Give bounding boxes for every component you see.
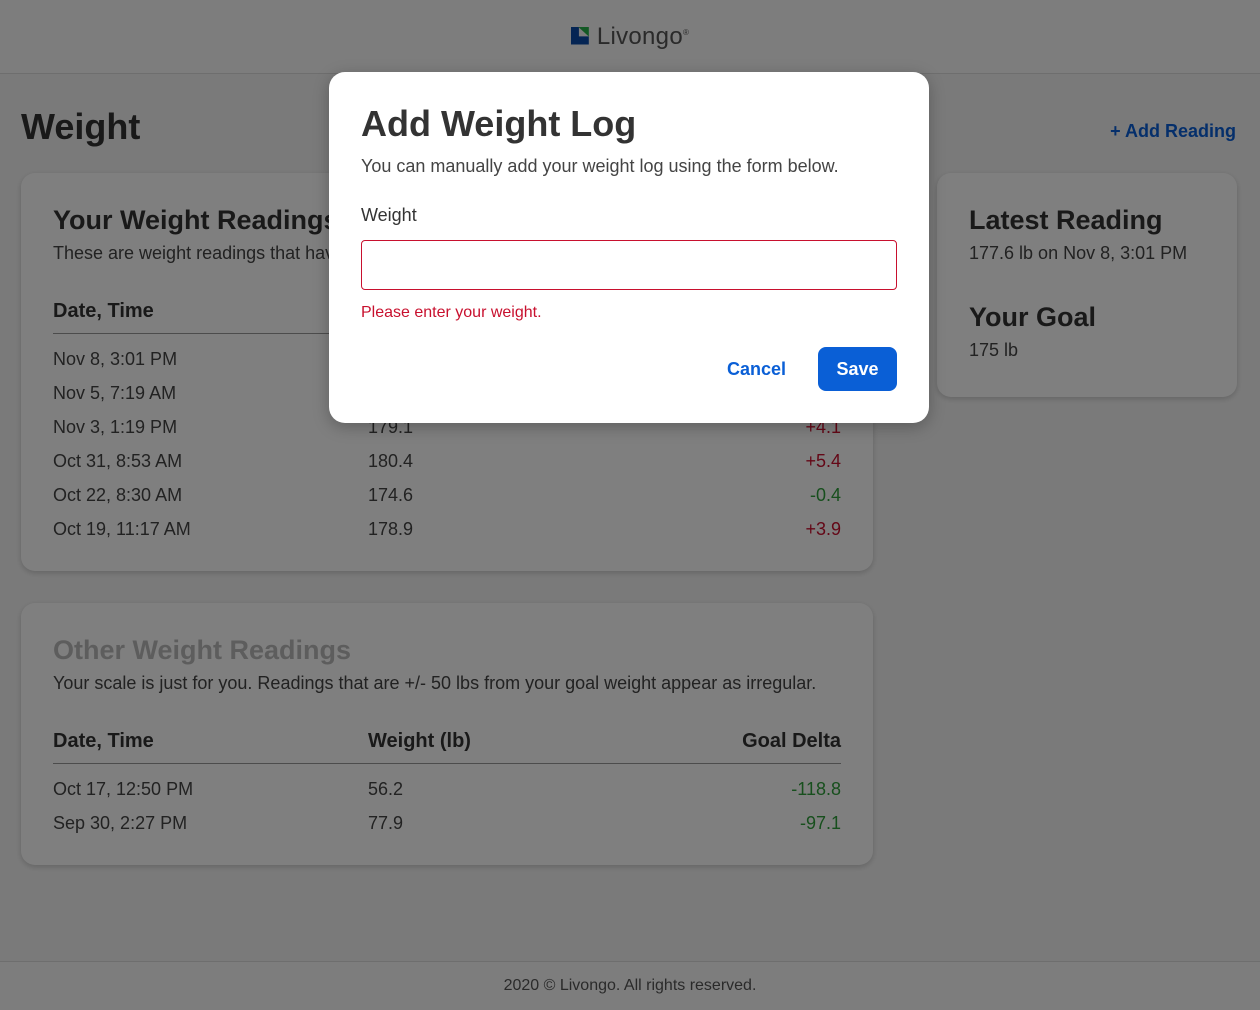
weight-field-label: Weight [361,205,417,225]
cancel-button[interactable]: Cancel [727,359,786,380]
dialog-title: Add Weight Log [361,103,637,144]
dialog-actions: Cancel Save [727,347,897,391]
weight-error-message: Please enter your weight. [361,304,542,321]
save-button[interactable]: Save [818,347,897,391]
add-weight-log-dialog: Add Weight Log You can manually add your… [329,72,929,423]
weight-input[interactable] [361,240,897,290]
dialog-description: You can manually add your weight log usi… [361,156,839,176]
